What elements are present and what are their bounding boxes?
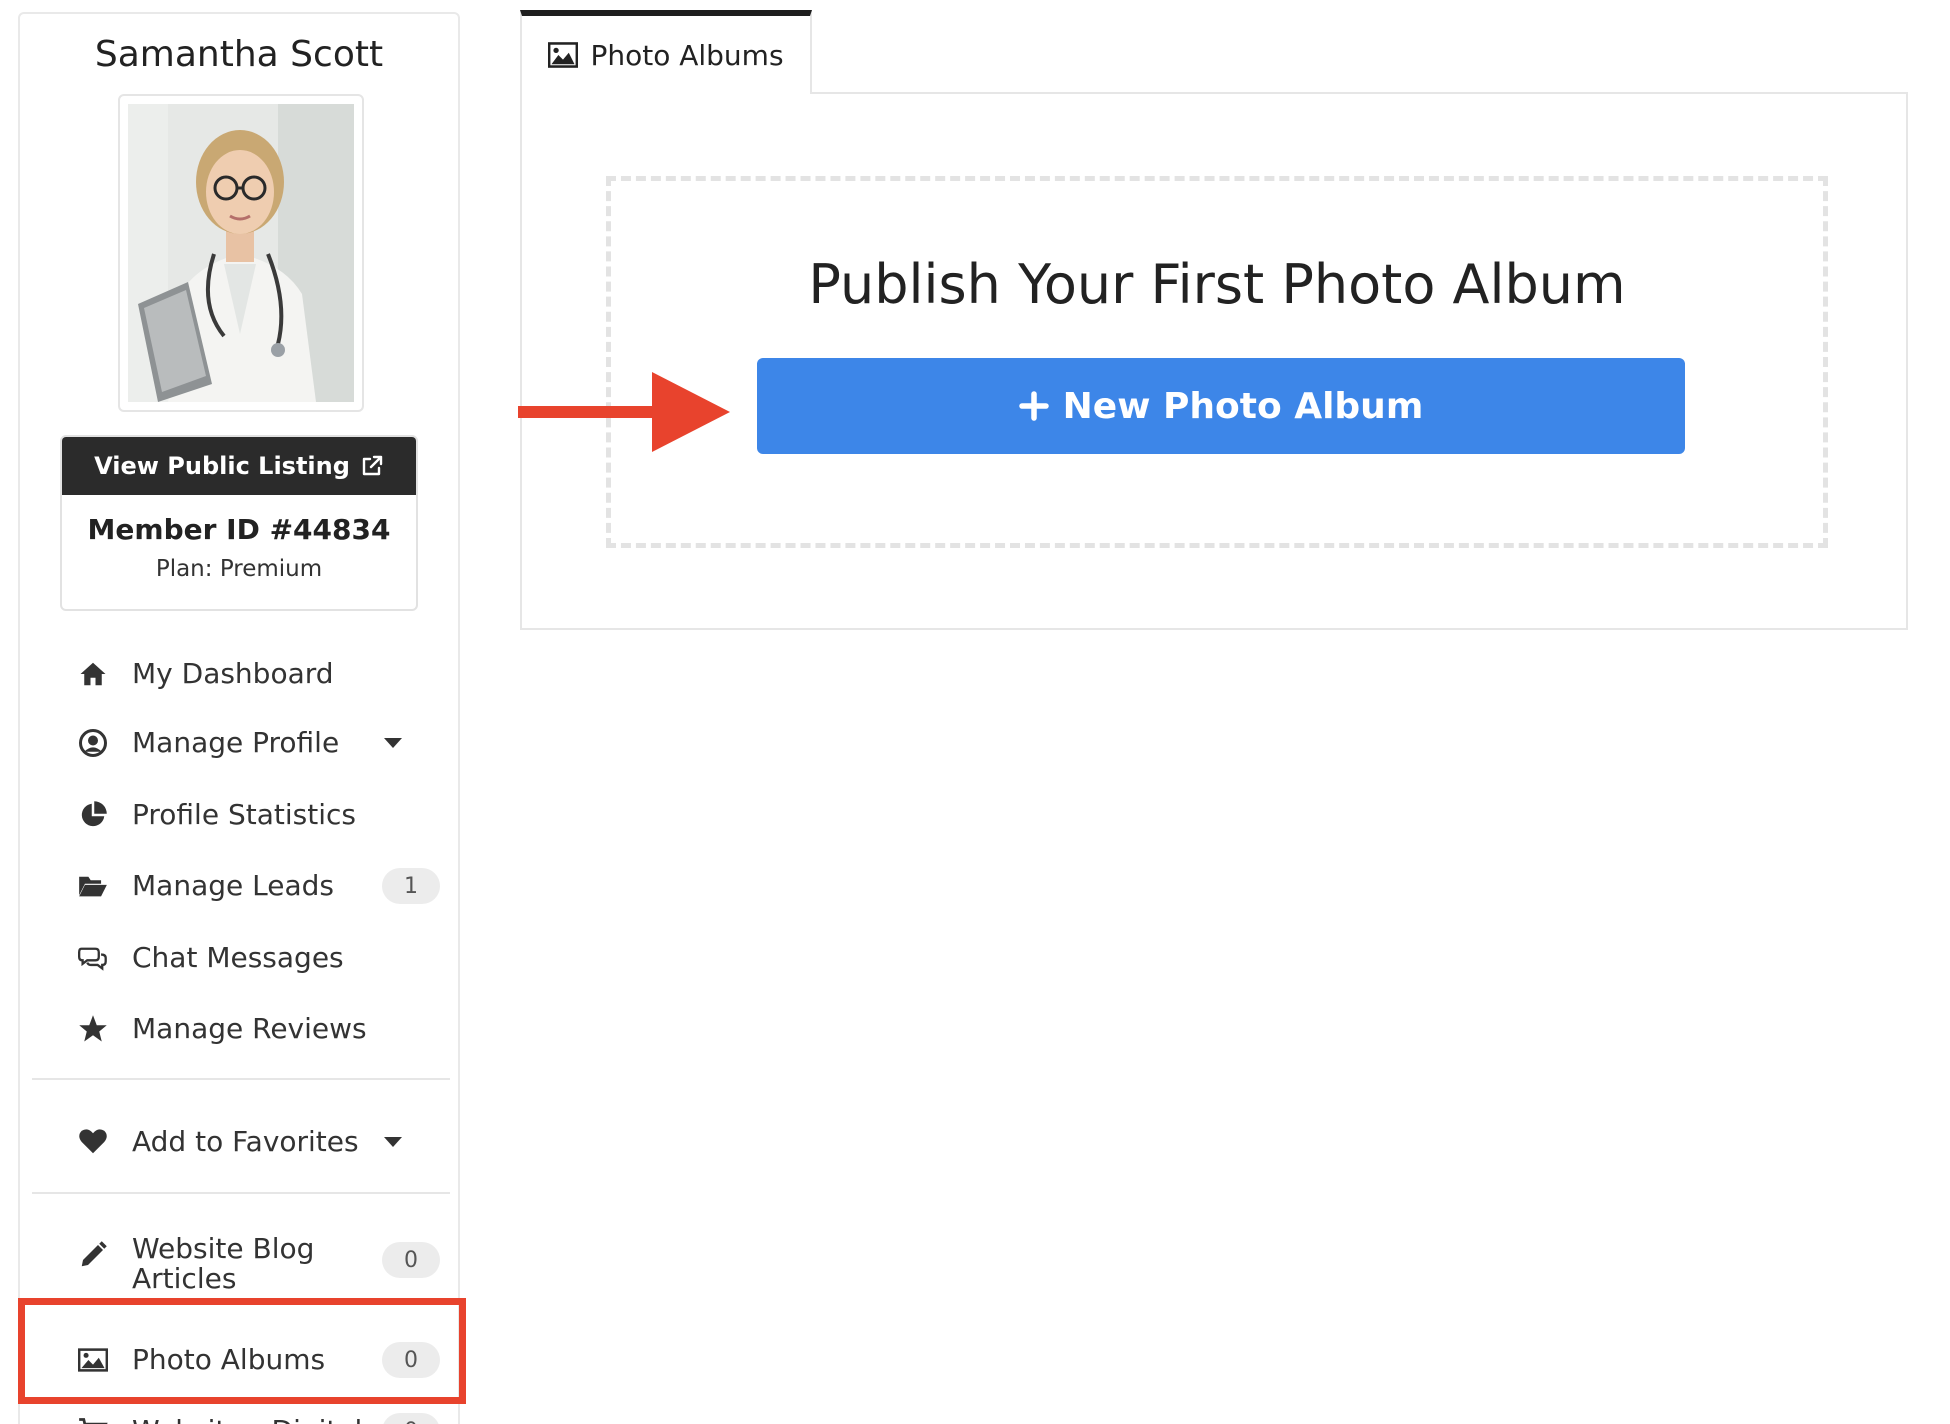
- sidebar-item-label: Manage Profile: [132, 726, 340, 759]
- sidebar-item-photo-albums[interactable]: Photo Albums 0: [76, 1336, 440, 1384]
- sidebar-divider: [32, 1192, 450, 1194]
- plus-icon: [1018, 391, 1049, 421]
- empty-state-title: Publish Your First Photo Album: [808, 253, 1626, 316]
- sidebar-item-manage-profile[interactable]: Manage Profile: [76, 719, 440, 767]
- member-name: Samantha Scott: [94, 34, 384, 75]
- new-photo-album-button[interactable]: New Photo Album: [757, 358, 1685, 454]
- profile-photo-image: [128, 104, 354, 402]
- tab-label: Photo Albums: [590, 38, 784, 72]
- chat-bubbles-icon: [78, 947, 107, 971]
- pie-chart-icon: [81, 801, 107, 827]
- image-icon: [78, 1348, 108, 1372]
- member-card: View Public Listing Member ID #44834 Pla…: [60, 435, 418, 611]
- sidebar-item-add-to-favorites[interactable]: Add to Favorites: [76, 1118, 440, 1166]
- pencil-icon: [81, 1241, 107, 1267]
- sidebar-item-label: Add to Favorites: [132, 1125, 359, 1158]
- external-link-icon: [362, 455, 383, 476]
- chevron-down-icon[interactable]: [382, 1135, 404, 1149]
- cart-plus-icon: [79, 1418, 108, 1424]
- sidebar-item-label: My Dashboard: [132, 657, 334, 690]
- leads-count-badge: 1: [382, 868, 440, 904]
- sidebar-item-my-dashboard[interactable]: My Dashboard: [76, 650, 440, 698]
- sidebar-item-label: Manage Reviews: [132, 1012, 367, 1045]
- sidebar-item-label: Website Blog Articles: [132, 1232, 315, 1295]
- annotation-arrow-icon: [518, 372, 730, 452]
- sidebar-item-website-blog-articles[interactable]: Website Blog Articles 0: [76, 1234, 440, 1306]
- sidebar-item-label: Photo Albums: [132, 1343, 326, 1376]
- member-sidebar: Samantha Scott View Public Listing Membe…: [18, 12, 460, 1424]
- new-photo-album-label: New Photo Album: [1062, 385, 1424, 427]
- user-circle-icon: [79, 729, 107, 757]
- heart-icon: [79, 1129, 107, 1154]
- folder-open-icon: [79, 876, 107, 897]
- tab-photo-albums[interactable]: Photo Albums: [520, 10, 812, 94]
- empty-state-box: Publish Your First Photo Album New Photo…: [606, 176, 1828, 548]
- home-icon: [80, 662, 106, 686]
- member-plan: Plan: Premium: [155, 556, 323, 582]
- sidebar-item-profile-statistics[interactable]: Profile Statistics: [76, 791, 440, 839]
- profile-photo: [118, 94, 364, 412]
- image-icon: [548, 42, 579, 68]
- sidebar-divider: [32, 1078, 450, 1080]
- member-id: Member ID #44834: [87, 513, 391, 546]
- sidebar-item-label: Manage Leads: [132, 869, 334, 902]
- blog-count-badge: 0: [382, 1242, 440, 1278]
- sidebar-item-manage-reviews[interactable]: Manage Reviews: [76, 1005, 440, 1053]
- sidebar-item-chat-messages[interactable]: Chat Messages: [76, 934, 440, 982]
- photo-albums-count-badge: 0: [382, 1342, 440, 1378]
- chevron-down-icon[interactable]: [382, 736, 404, 750]
- sidebar-item-label: Profile Statistics: [132, 798, 356, 831]
- view-public-listing-label: View Public Listing: [94, 452, 350, 480]
- sidebar-item-label: Website - Digital: [132, 1416, 382, 1424]
- view-public-listing-button[interactable]: View Public Listing: [62, 437, 416, 495]
- sidebar-item-label: Chat Messages: [132, 941, 344, 974]
- sidebar-item-manage-leads[interactable]: Manage Leads 1: [76, 862, 440, 910]
- star-icon: [79, 1015, 107, 1042]
- photo-albums-panel: Publish Your First Photo Album New Photo…: [520, 92, 1908, 630]
- sidebar-item-website-digital[interactable]: Website - Digital 0: [76, 1407, 440, 1424]
- digital-count-badge: 0: [382, 1413, 440, 1424]
